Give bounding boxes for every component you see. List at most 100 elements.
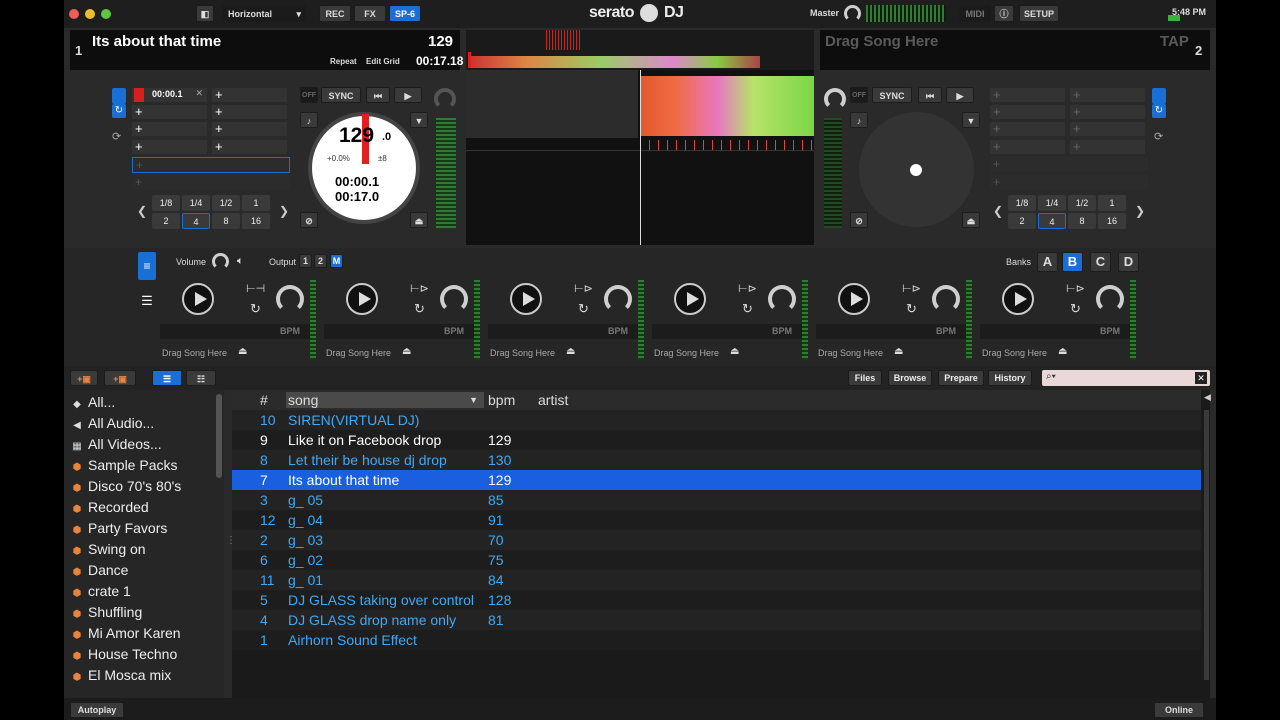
- sampler-bank-d[interactable]: D: [1118, 252, 1139, 272]
- sampler-slot-3-mode-icon[interactable]: ⊢⊳: [574, 282, 593, 295]
- column-header-bpm[interactable]: bpm: [488, 390, 515, 410]
- sampler-slot-2-repeat-icon[interactable]: ↻: [414, 301, 425, 317]
- column-header-song[interactable]: song ▼: [286, 392, 484, 408]
- sampler-slot-1-mode-icon[interactable]: ⊢⊣: [246, 282, 265, 295]
- sampler-slot-5-mode-icon[interactable]: ⊢⊳: [902, 282, 921, 295]
- deck2-censor-icon[interactable]: ⊘: [850, 212, 868, 228]
- deck1-cue-mode-icon[interactable]: [112, 88, 126, 104]
- sampler-mute-icon[interactable]: 🔈︎: [237, 255, 244, 268]
- info-icon[interactable]: ⓘ: [994, 5, 1014, 22]
- crate-el-mosca-mix[interactable]: ⬢ El Mosca mix: [70, 665, 218, 685]
- list-view-icon[interactable]: ☷: [186, 370, 216, 386]
- deck2-prev-track-icon[interactable]: ⏮: [918, 87, 942, 103]
- prepare-button[interactable]: Prepare: [938, 370, 984, 386]
- sampler-slot-4-repeat-icon[interactable]: ↻: [742, 301, 753, 317]
- add-crate-button[interactable]: +▣: [70, 370, 98, 386]
- minimize-window-icon[interactable]: [85, 9, 95, 19]
- column-header-number[interactable]: #: [260, 390, 268, 410]
- table-scroll-up-icon[interactable]: ◀: [1204, 392, 1211, 403]
- deck2-platter-mode-icon[interactable]: ▼: [962, 112, 980, 128]
- deck2-cue-slot-4[interactable]: +: [990, 140, 1065, 154]
- sampler-slot-5-gain-knob[interactable]: [932, 285, 960, 313]
- deck1-sync-button[interactable]: SYNC: [321, 87, 361, 103]
- layout-select[interactable]: Horizontal ▾: [222, 5, 306, 22]
- sampler-slot-4-mode-icon[interactable]: ⊢⊳: [738, 282, 757, 295]
- table-row[interactable]: 8 Let their be house dj drop 130: [232, 450, 1201, 470]
- deck2-beat-2[interactable]: 2: [1008, 213, 1036, 229]
- deck2-cue-slot-7[interactable]: +: [1070, 122, 1145, 136]
- sampler-collapse-icon[interactable]: ≡: [138, 252, 156, 280]
- crate-disco[interactable]: ⬢ Disco 70's 80's: [70, 476, 218, 496]
- deck1-loop-prev-icon[interactable]: ❮: [137, 204, 147, 218]
- deck1-cue-slot-7[interactable]: +: [212, 122, 287, 136]
- table-vertical-scrollbar[interactable]: [1204, 410, 1209, 680]
- sampler-output-master[interactable]: M: [330, 254, 343, 268]
- add-smart-crate-button[interactable]: +▣: [104, 370, 136, 386]
- deck1-prev-track-icon[interactable]: ⏮: [366, 87, 390, 103]
- table-row[interactable]: 12 g_ 04 91: [232, 510, 1201, 530]
- deck2-roll-icon[interactable]: ⟳: [1154, 130, 1163, 143]
- browse-button[interactable]: Browse: [888, 370, 932, 386]
- deck2-platter[interactable]: [859, 112, 974, 227]
- crate-all[interactable]: ◆ All...: [70, 392, 218, 412]
- deck2-cue-slot-8[interactable]: +: [1070, 140, 1145, 154]
- deck2-beat-16[interactable]: 16: [1098, 213, 1126, 229]
- table-row[interactable]: 6 g_ 02 75: [232, 550, 1201, 570]
- sampler-slot-4-eject-icon[interactable]: ⏏: [730, 346, 739, 357]
- sampler-slot-2-eject-icon[interactable]: ⏏: [402, 346, 411, 357]
- search-input[interactable]: ⌕▾ ✕: [1042, 370, 1210, 386]
- deck1-loop-slot-1[interactable]: +: [132, 157, 290, 173]
- crate-scrollbar[interactable]: [216, 394, 222, 478]
- crate-recorded[interactable]: ⬢ Recorded: [70, 497, 218, 517]
- crate-mi-amor-karen[interactable]: ⬢ Mi Amor Karen: [70, 623, 218, 643]
- deck2-beat-1-8[interactable]: 1/8: [1008, 195, 1036, 211]
- crate-party-favors[interactable]: ⬢ Party Favors: [70, 518, 218, 538]
- deck2-cue-slot-3[interactable]: +: [990, 122, 1065, 136]
- table-row[interactable]: 9 Like it on Facebook drop 129: [232, 430, 1201, 450]
- waveform-main[interactable]: [466, 70, 814, 245]
- deck1-roll-icon[interactable]: ⟳: [112, 130, 121, 143]
- crate-shuffling[interactable]: ⬢ Shuffling: [70, 602, 218, 622]
- deck2-loop-slot-2[interactable]: +: [990, 175, 1148, 189]
- sampler-slot-6-mode-icon[interactable]: ⊢⊳: [1066, 282, 1085, 295]
- sampler-slot-3-eject-icon[interactable]: ⏏: [566, 346, 575, 357]
- sampler-slot-1-repeat-icon[interactable]: ↻: [250, 301, 261, 317]
- deck2-beat-1[interactable]: 1: [1098, 195, 1126, 211]
- album-art-view-icon[interactable]: ☰: [152, 370, 182, 386]
- deck2-eject-icon[interactable]: ⏏: [962, 212, 980, 228]
- crate-house-techno[interactable]: ⬢ House Techno: [70, 644, 218, 664]
- close-window-icon[interactable]: [69, 9, 79, 19]
- deck1-cue-slot-5[interactable]: +: [212, 88, 287, 102]
- deck2-cue-slot-1[interactable]: +: [990, 88, 1065, 102]
- table-row[interactable]: 11 g_ 01 84: [232, 570, 1201, 590]
- deck1-beat-16[interactable]: 16: [242, 213, 270, 229]
- deck1-loop-next-icon[interactable]: ❯: [279, 204, 289, 218]
- deck1-beat-1-8[interactable]: 1/8: [152, 195, 180, 211]
- sp6-button[interactable]: SP-6: [389, 5, 421, 22]
- deck2-cue-mode-icon[interactable]: [1152, 88, 1166, 104]
- sampler-slot-3-play-icon[interactable]: [510, 283, 542, 315]
- deck2-cue-slot-6[interactable]: +: [1070, 105, 1145, 119]
- deck1-beat-2[interactable]: 2: [152, 213, 180, 229]
- deck1-censor-icon[interactable]: ⊘: [300, 212, 318, 228]
- deck1-keylock-icon[interactable]: ♪: [300, 112, 318, 128]
- deck1-beat-1[interactable]: 1: [242, 195, 270, 211]
- sampler-volume-knob[interactable]: [212, 253, 229, 270]
- sampler-slot-6-repeat-icon[interactable]: ↻: [1070, 301, 1081, 317]
- table-row[interactable]: 2 g_ 03 70: [232, 530, 1201, 550]
- table-row[interactable]: 10 SIREN(VIRTUAL DJ): [232, 410, 1201, 430]
- sampler-slot-3-gain-knob[interactable]: [604, 285, 632, 313]
- table-row-selected[interactable]: 7 Its about that time 129: [232, 470, 1201, 490]
- sampler-slot-6-play-icon[interactable]: [1002, 283, 1034, 315]
- deck2-cue-slot-5[interactable]: +: [1070, 88, 1145, 102]
- sampler-slot-6-gain-knob[interactable]: [1096, 285, 1124, 313]
- deck1-eject-icon[interactable]: ⏏: [410, 212, 428, 228]
- deck1-play-icon[interactable]: ▶: [394, 87, 422, 103]
- crate-all-videos[interactable]: ▦ All Videos...: [70, 434, 218, 454]
- waveform-overview[interactable]: [466, 30, 814, 70]
- deck1-cue-slot-3[interactable]: +: [132, 122, 207, 136]
- deck2-play-icon[interactable]: ▶: [946, 87, 974, 103]
- crate-all-audio[interactable]: ◀ All Audio...: [70, 413, 218, 433]
- sampler-slot-2-mode-icon[interactable]: ⊢⊳: [410, 282, 429, 295]
- sampler-list-view-icon[interactable]: ☰: [138, 290, 156, 312]
